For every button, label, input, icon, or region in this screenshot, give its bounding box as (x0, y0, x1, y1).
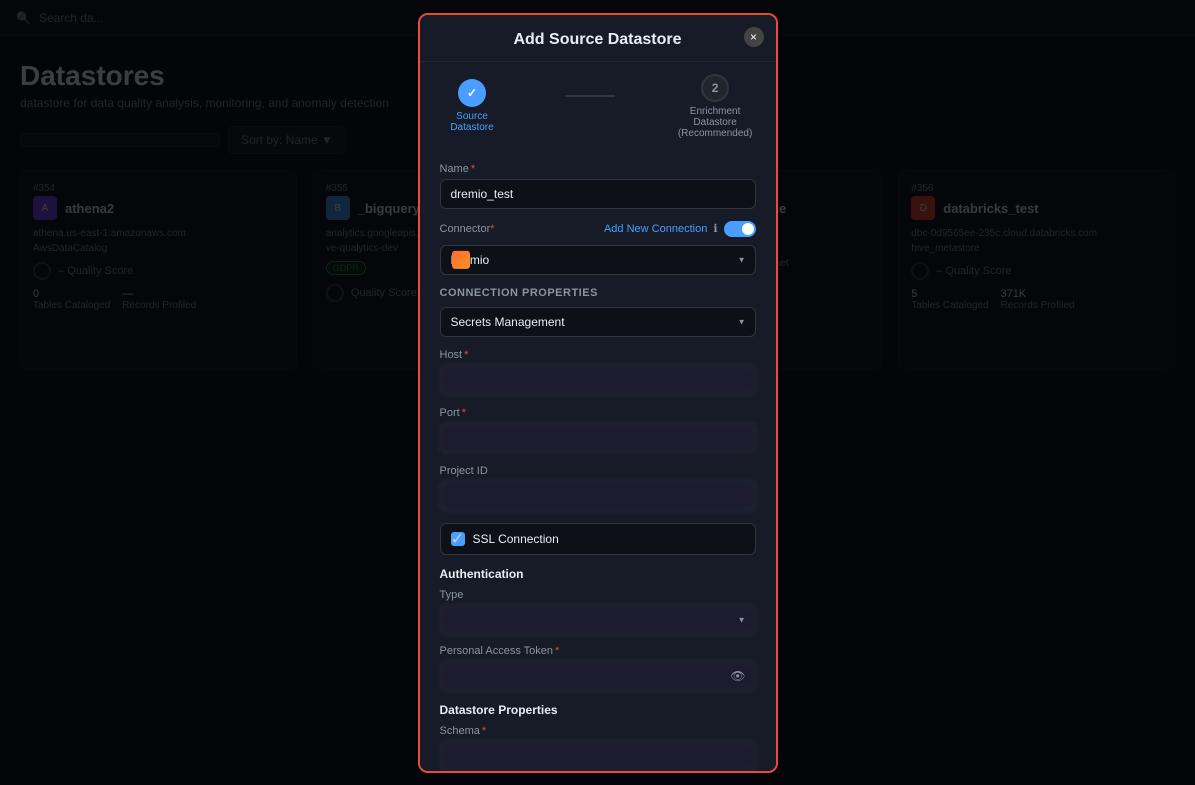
modal-body: Name* Connector* Add New Connection ℹ Dr… (420, 151, 776, 773)
schema-label: Schema* (440, 725, 756, 737)
add-datastore-modal: Add Source Datastore × ✓ Source Datastor… (418, 13, 778, 773)
project-id-group: Project ID (440, 465, 756, 511)
step-1-label: Source Datastore (440, 111, 505, 133)
secrets-management-select[interactable]: Secrets Management (440, 307, 756, 337)
connection-properties-title: Connection Properties (440, 287, 756, 299)
add-connection-toggle[interactable] (724, 221, 756, 237)
ssl-label: SSL Connection (473, 532, 559, 546)
secrets-management-wrapper: Secrets Management (440, 307, 756, 337)
datastore-properties-group: Datastore Properties Schema* Teams* Publ… (440, 703, 756, 773)
step-2-circle: 2 (701, 74, 729, 102)
connector-row: Connector* Add New Connection ℹ (440, 221, 756, 237)
modal-close-button[interactable]: × (744, 27, 764, 47)
authentication-title: Authentication (440, 567, 756, 581)
project-id-input[interactable] (440, 481, 756, 511)
modal-header: Add Source Datastore × (420, 15, 776, 62)
step-connector (565, 95, 615, 97)
host-group: Host* (440, 349, 756, 395)
ssl-group: ✓ SSL Connection (440, 523, 756, 555)
ssl-checkbox-row[interactable]: ✓ SSL Connection (440, 523, 756, 555)
connector-select-group: Dremio (440, 245, 756, 275)
step-2: 2 Enrichment Datastore (Recommended) (675, 74, 756, 139)
authentication-group: Authentication Type Personal Access Toke… (440, 567, 756, 691)
datastore-properties-title: Datastore Properties (440, 703, 756, 717)
connection-properties-group: Connection Properties Secrets Management (440, 287, 756, 337)
name-label: Name* (440, 163, 756, 175)
step-1: ✓ Source Datastore (440, 79, 505, 133)
type-select[interactable] (440, 605, 756, 635)
port-group: Port* (440, 407, 756, 453)
add-connection-row: Add New Connection ℹ (604, 221, 756, 237)
type-label: Type (440, 589, 756, 601)
name-input[interactable] (440, 179, 756, 209)
add-connection-label: Add New Connection (604, 223, 707, 235)
name-group: Name* (440, 163, 756, 209)
pat-input[interactable] (440, 661, 756, 691)
host-label: Host* (440, 349, 756, 361)
schema-input[interactable] (440, 741, 756, 771)
pat-input-wrapper: 👁 (440, 661, 756, 691)
pat-label: Personal Access Token* (440, 645, 756, 657)
port-label: Port* (440, 407, 756, 419)
modal-stepper: ✓ Source Datastore 2 Enrichment Datastor… (420, 62, 776, 151)
project-id-label: Project ID (440, 465, 756, 477)
modal-title: Add Source Datastore (440, 31, 756, 49)
host-input[interactable] (440, 365, 756, 395)
step-2-label: Enrichment Datastore (Recommended) (675, 106, 756, 139)
modal-overlay: Add Source Datastore × ✓ Source Datastor… (0, 0, 1195, 785)
connector-label: Connector* (440, 223, 495, 235)
ssl-checkbox[interactable]: ✓ (451, 532, 465, 546)
connector-select[interactable]: Dremio (440, 245, 756, 275)
info-icon: ℹ (713, 222, 717, 235)
type-select-wrapper (440, 605, 756, 635)
eye-icon[interactable]: 👁 (730, 669, 745, 683)
port-input[interactable] (440, 423, 756, 453)
step-1-circle: ✓ (458, 79, 486, 107)
